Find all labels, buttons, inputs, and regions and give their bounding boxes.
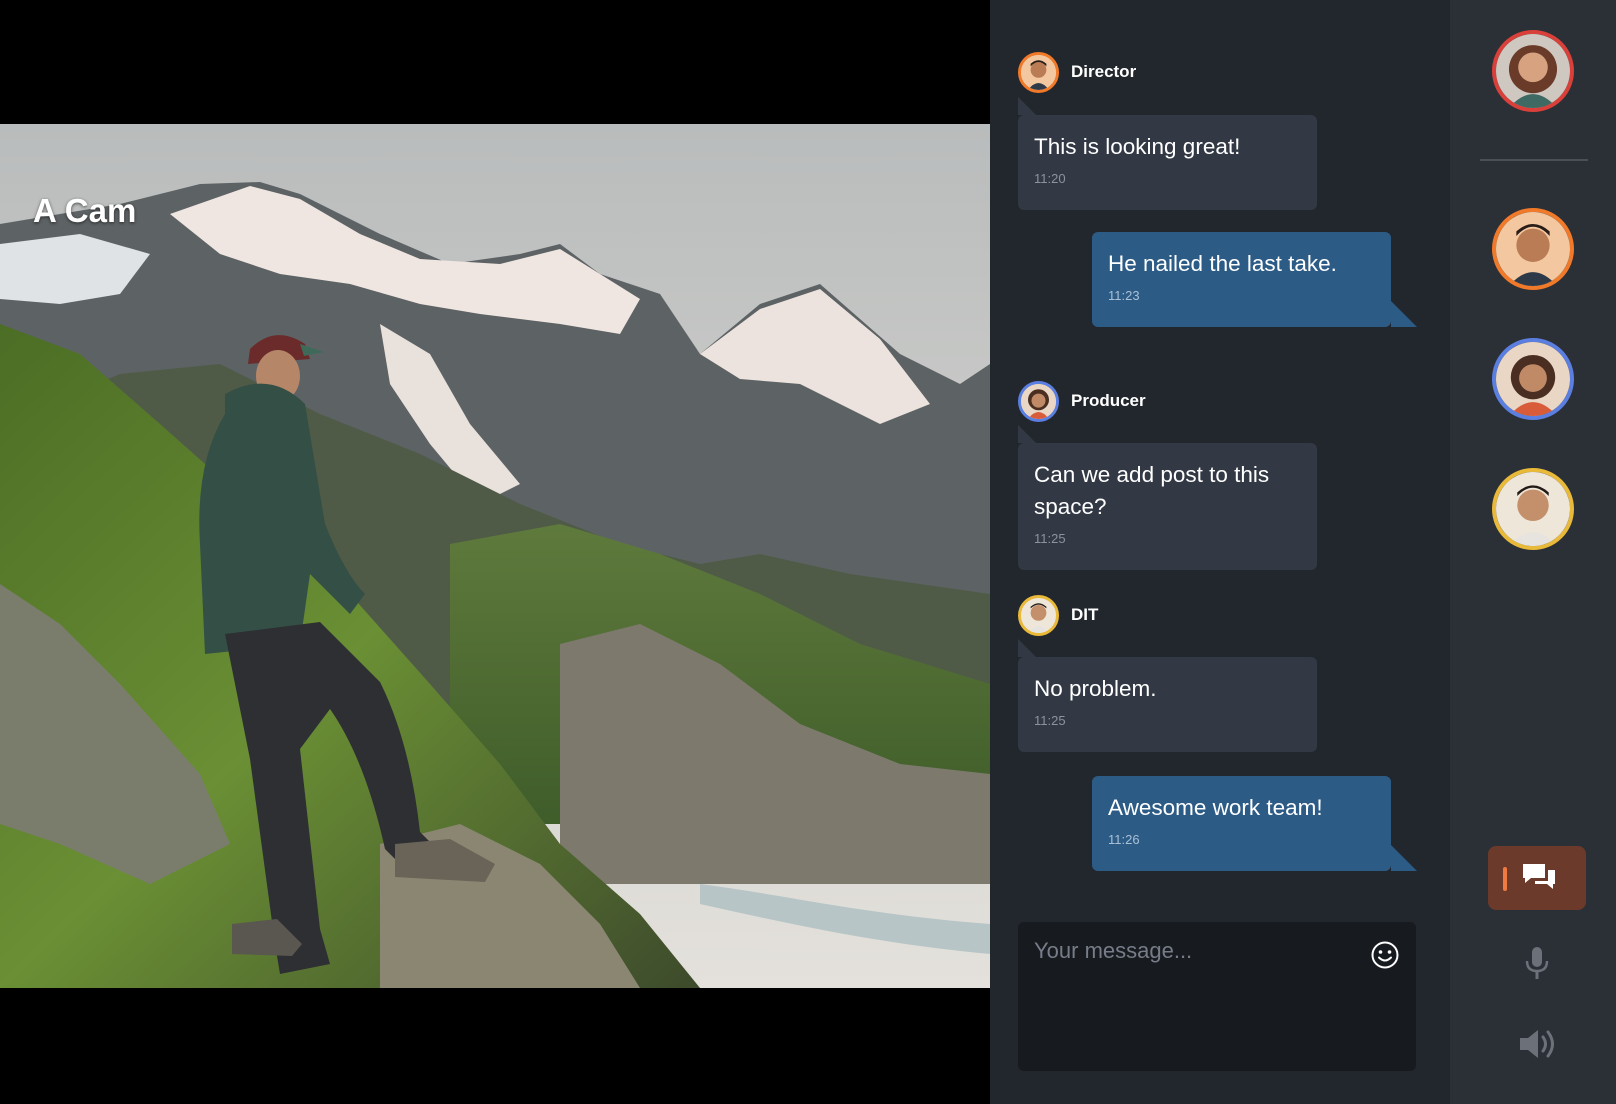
message-group: Producer — [1018, 380, 1146, 422]
participant-avatar-self[interactable] — [1492, 30, 1574, 112]
message-bubble-outgoing: Awesome work team! 11:26 — [1092, 776, 1417, 871]
video-area: A Cam — [0, 0, 990, 1104]
message-sender: DIT — [1018, 594, 1098, 636]
message-bubble: No problem. 11:25 — [1018, 639, 1317, 752]
emoji-icon[interactable] — [1370, 940, 1400, 970]
participant-avatar-director[interactable] — [1492, 208, 1574, 290]
message-text: This is looking great! — [1034, 134, 1241, 159]
message-text: Can we add post to this space? — [1034, 462, 1270, 519]
landscape-image — [0, 124, 990, 988]
message-bubble-outgoing: He nailed the last take. 11:23 — [1092, 232, 1417, 327]
chat-toggle-button[interactable] — [1488, 846, 1586, 910]
participants-rail — [1450, 0, 1616, 1104]
message-time: 11:26 — [1108, 832, 1140, 847]
rail-divider — [1480, 159, 1588, 161]
message-time: 11:23 — [1108, 288, 1140, 303]
message-sender: Producer — [1018, 380, 1146, 422]
active-indicator — [1503, 867, 1507, 891]
participant-avatar-dit[interactable] — [1492, 468, 1574, 550]
dit-avatar[interactable] — [1018, 594, 1059, 636]
sender-name: DIT — [1071, 605, 1099, 624]
message-bubble: Can we add post to this space? 11:25 — [1018, 425, 1317, 570]
message-sender: Director — [1018, 51, 1136, 93]
producer-avatar[interactable] — [1018, 380, 1059, 422]
speaker-icon[interactable] — [1518, 1027, 1556, 1061]
message-time: 11:20 — [1034, 171, 1066, 186]
participant-avatar-producer[interactable] — [1492, 338, 1574, 420]
message-bubble: This is looking great! 11:20 — [1018, 97, 1317, 210]
chat-panel: Director This is looking great! 11:20 He… — [990, 0, 1450, 1104]
director-avatar[interactable] — [1018, 51, 1059, 93]
message-text: No problem. — [1034, 676, 1157, 701]
message-text: He nailed the last take. — [1108, 251, 1337, 276]
message-text: Awesome work team! — [1108, 795, 1323, 820]
message-composer — [1018, 922, 1416, 1071]
message-group: DIT — [1018, 594, 1098, 636]
sender-name: Director — [1071, 62, 1137, 81]
message-group: Director — [1018, 51, 1136, 93]
camera-label: A Cam — [33, 192, 137, 229]
sender-name: Producer — [1071, 391, 1146, 410]
message-time: 11:25 — [1034, 713, 1066, 728]
message-time: 11:25 — [1034, 531, 1066, 546]
microphone-icon[interactable] — [1522, 945, 1552, 981]
video-feed[interactable]: A Cam — [0, 124, 990, 988]
message-input[interactable] — [1018, 922, 1416, 1071]
chat-icon — [1523, 864, 1555, 889]
